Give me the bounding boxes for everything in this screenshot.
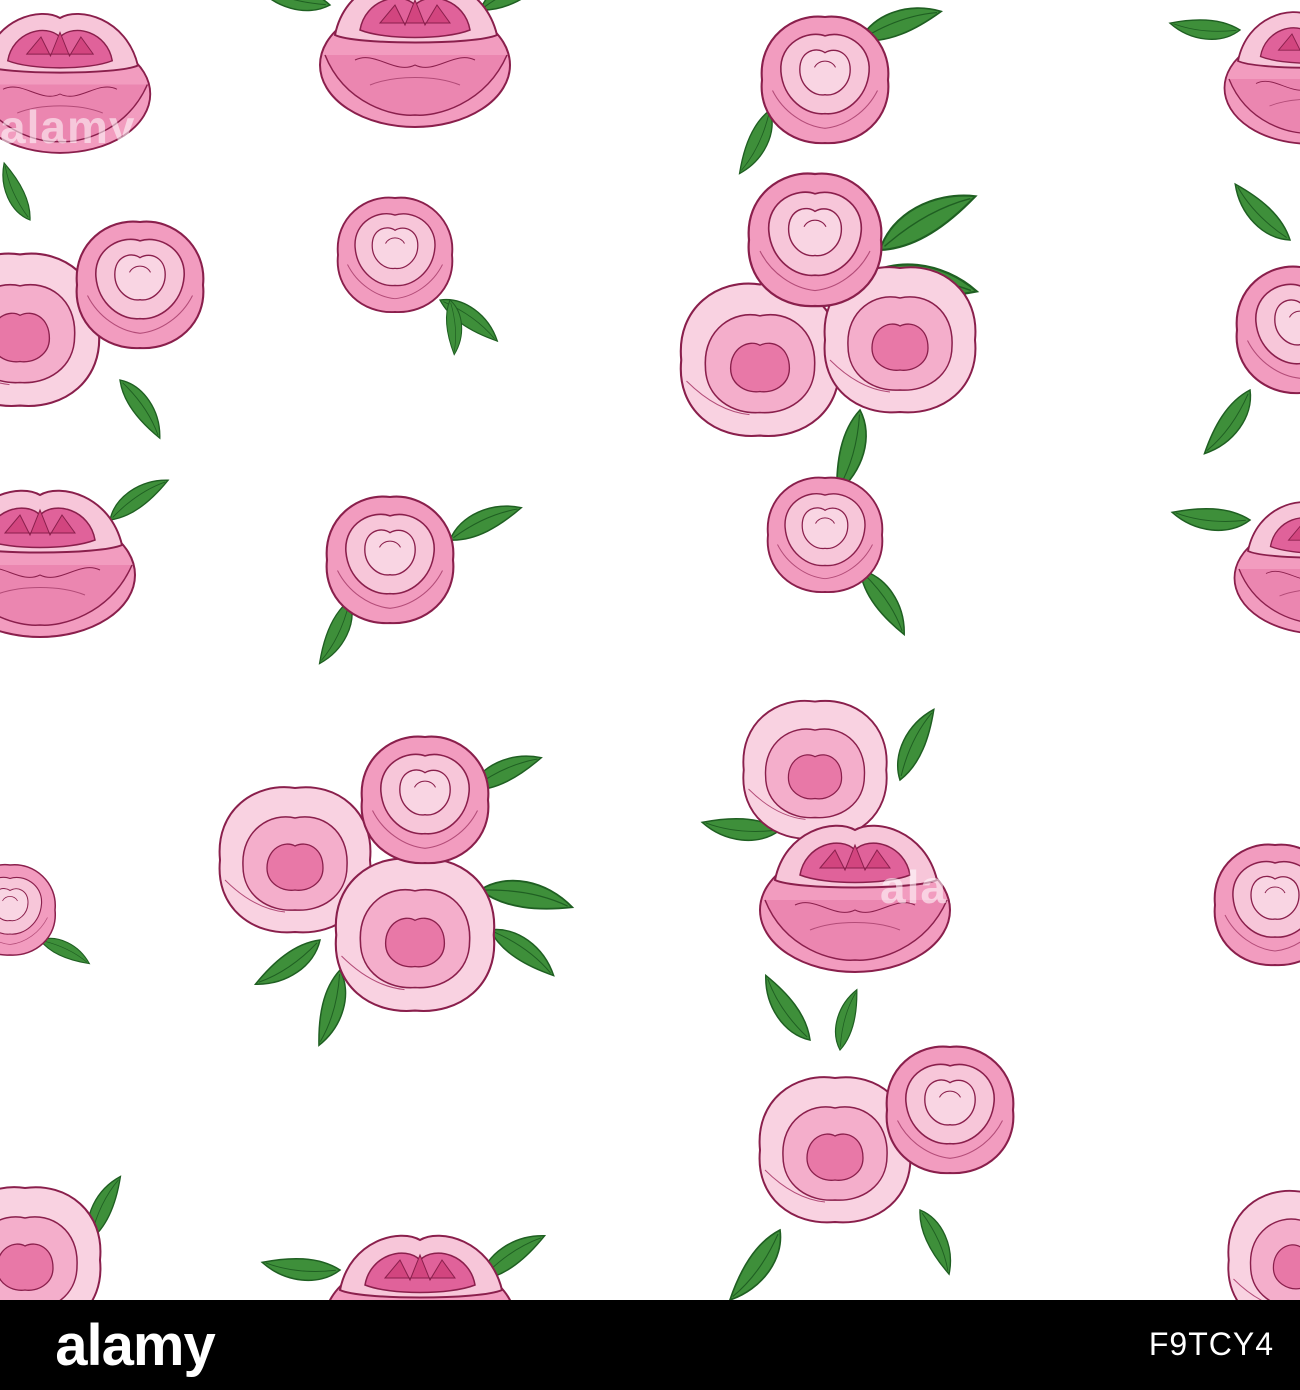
logo-text: alamy <box>55 1312 215 1378</box>
footer-bar: alamy F9TCY4 <box>0 1300 1300 1390</box>
peony-cluster-13 <box>719 969 1015 1300</box>
peony-cluster-4 <box>1167 11 1300 635</box>
peony-cluster-3 <box>679 0 984 641</box>
peony-pattern-artwork <box>0 0 1300 1300</box>
peony-cluster-7 <box>0 471 174 638</box>
peony-cluster-11 <box>0 863 94 971</box>
peony-cluster-2 <box>250 0 556 128</box>
peony-pattern: alamy alamy <box>0 0 1300 1300</box>
peony-cluster-8 <box>310 495 526 669</box>
peony-cluster-16 <box>1227 1189 1300 1300</box>
peony-cluster-10 <box>699 699 951 973</box>
peony-cluster-5 <box>0 159 205 444</box>
peony-cluster-1 <box>0 12 152 154</box>
peony-cluster-15 <box>259 1225 551 1300</box>
peony-cluster-14 <box>0 1171 130 1300</box>
alamy-logo: alamy <box>20 1312 250 1378</box>
peony-cluster-12 <box>1213 843 1300 967</box>
peony-cluster-9 <box>218 735 577 1050</box>
peony-cluster-6 <box>336 196 505 356</box>
image-id: F9TCY4 <box>1148 1326 1274 1362</box>
